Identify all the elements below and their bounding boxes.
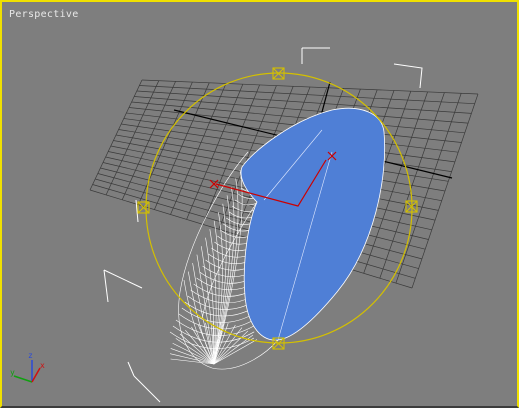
tripod-y-label: y	[10, 368, 15, 377]
perspective-viewport[interactable]: Perspective z y x	[0, 0, 519, 408]
scene-canvas[interactable]: z y x	[2, 2, 519, 408]
grid-line	[395, 93, 462, 284]
object-surface[interactable]	[240, 107, 385, 341]
grid-line	[411, 93, 479, 289]
wire-segment	[169, 353, 215, 365]
axis-tripod: z y x	[10, 351, 45, 383]
tripod-x-label: x	[40, 361, 45, 370]
tripod-z-label: z	[28, 351, 33, 360]
grid-line	[379, 92, 445, 279]
